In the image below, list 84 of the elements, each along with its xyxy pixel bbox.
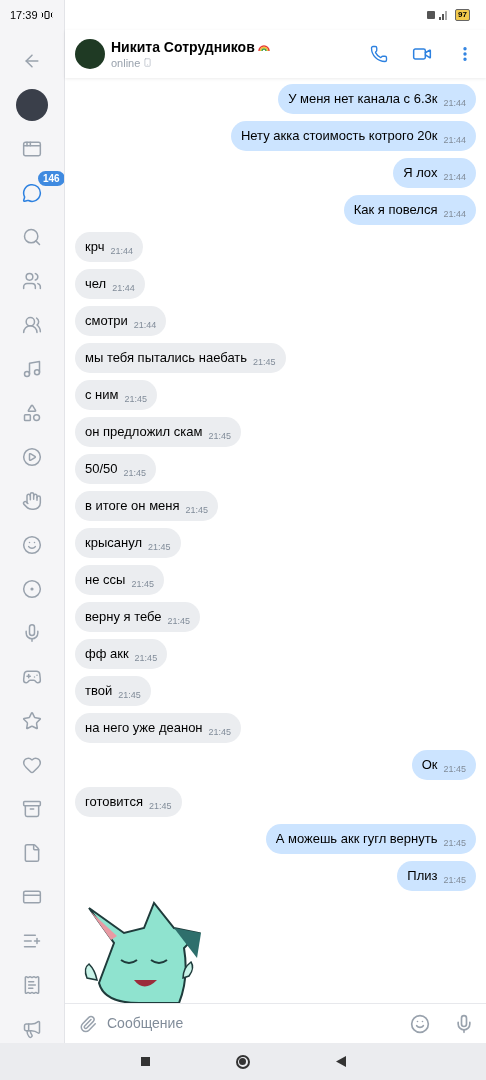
music-note-icon[interactable] xyxy=(22,359,42,379)
group-icon[interactable] xyxy=(22,315,42,335)
hand-icon[interactable] xyxy=(22,491,42,511)
message-text: твой xyxy=(85,682,113,700)
window-icon[interactable] xyxy=(22,139,42,159)
chat-bubble-icon[interactable] xyxy=(22,183,42,203)
message-text: не ссы xyxy=(85,571,126,589)
message-time: 21:45 xyxy=(443,763,466,776)
megaphone-icon[interactable] xyxy=(22,1019,42,1039)
message-text: он предложил скам xyxy=(85,423,203,441)
message-time: 21:44 xyxy=(112,282,135,295)
shapes-icon[interactable] xyxy=(22,403,42,423)
message-time: 21:45 xyxy=(123,467,147,480)
play-circle-icon[interactable] xyxy=(22,447,42,467)
message-text: Я лох xyxy=(403,164,438,182)
search-icon[interactable] xyxy=(22,227,42,247)
target-icon[interactable] xyxy=(22,579,42,599)
message-text: крч xyxy=(85,238,105,256)
rainbow-icon xyxy=(257,43,270,51)
message-time: 21:45 xyxy=(443,874,466,887)
message-time: 21:44 xyxy=(110,245,133,258)
message-text: Плиз xyxy=(407,867,438,885)
message-time: 21:45 xyxy=(148,800,172,813)
microphone-icon[interactable] xyxy=(22,623,42,643)
message-time: 21:45 xyxy=(253,356,276,369)
message-time: 21:45 xyxy=(167,615,191,628)
message-time: 21:45 xyxy=(443,837,466,850)
unread-badge: 146 xyxy=(38,171,64,186)
star-icon[interactable] xyxy=(22,711,42,731)
message-time: 21:45 xyxy=(124,393,148,406)
message-time: 21:44 xyxy=(133,319,157,332)
recents-button[interactable] xyxy=(140,1057,150,1066)
contact-name: Никита Сотрудников xyxy=(111,38,255,56)
message-text: Ок xyxy=(421,756,438,774)
message-text: на него уже деанон xyxy=(85,719,203,737)
message-time: 21:44 xyxy=(443,208,466,221)
archive-box-icon[interactable] xyxy=(22,799,42,819)
battery-indicator: 97 xyxy=(455,9,470,21)
message-text: в итоге он меня xyxy=(85,497,180,515)
receipt-icon[interactable] xyxy=(22,975,42,995)
signal-icon xyxy=(427,10,450,20)
message-text: крысанул xyxy=(85,534,142,552)
status-time: 17:39 xyxy=(10,7,38,23)
online-status: online xyxy=(111,55,141,70)
list-icon[interactable] xyxy=(22,931,42,951)
phone-device-icon xyxy=(143,58,153,67)
message-time: 21:45 xyxy=(131,578,154,591)
vibrate-icon xyxy=(40,9,53,21)
message-time: 21:45 xyxy=(185,504,209,517)
message-text: Как я повелся xyxy=(353,201,438,219)
phone-call-icon[interactable] xyxy=(370,45,388,63)
message-time: 21:45 xyxy=(148,541,171,554)
smiley-icon[interactable] xyxy=(22,535,42,555)
message-time: 21:44 xyxy=(443,171,466,184)
people-icon[interactable] xyxy=(22,271,42,291)
message-text: готовится xyxy=(85,793,143,811)
emoji-icon[interactable] xyxy=(410,1013,430,1034)
profile-avatar[interactable] xyxy=(16,89,48,121)
heart-icon[interactable] xyxy=(22,755,42,775)
message-text: смотри xyxy=(85,312,128,330)
message-text: фф акк xyxy=(85,645,129,663)
microphone-icon[interactable] xyxy=(454,1013,474,1034)
message-input[interactable]: Сообщение xyxy=(107,1013,400,1034)
back-button[interactable] xyxy=(335,1056,346,1067)
gamepad-icon[interactable] xyxy=(22,667,42,687)
message-text: Нету акка стоимость котрого 20к xyxy=(240,127,438,145)
message-text: У меня нет канала с 6.3к xyxy=(288,90,438,108)
message-text: верну я тебе xyxy=(85,608,162,626)
message-time: 21:44 xyxy=(443,134,466,147)
message-time: 21:45 xyxy=(134,652,158,665)
contact-avatar[interactable] xyxy=(75,39,105,69)
card-icon[interactable] xyxy=(22,887,42,907)
message-text: 50/50 xyxy=(85,460,118,478)
message-time: 21:45 xyxy=(208,430,231,443)
home-button[interactable] xyxy=(235,1054,250,1069)
message-time: 21:45 xyxy=(208,726,232,739)
message-time: 21:45 xyxy=(118,689,141,702)
message-text: А можешь акк гугл вернуть xyxy=(275,830,438,848)
document-icon[interactable] xyxy=(22,843,42,863)
message-time: 21:44 xyxy=(443,97,466,110)
message-text: с ним xyxy=(85,386,119,404)
attach-icon[interactable] xyxy=(79,1014,97,1033)
message-text: мы тебя пытались наебать xyxy=(85,349,248,367)
message-text: чел xyxy=(85,275,107,293)
